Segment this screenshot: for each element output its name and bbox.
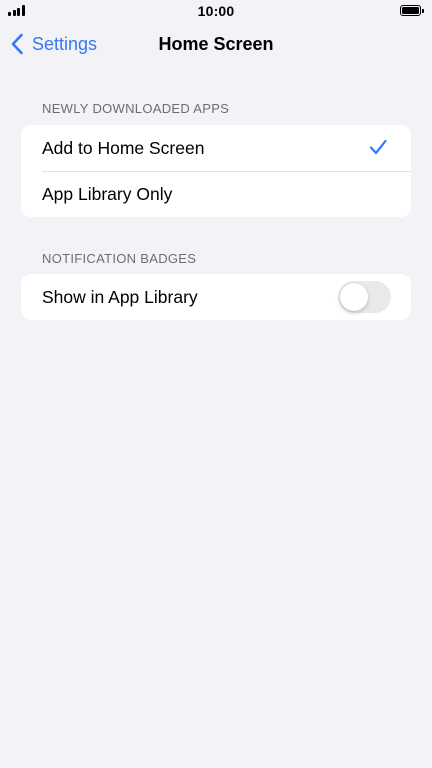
show-in-app-library-row: Show in App Library: [21, 274, 411, 320]
section-header-newly-downloaded-apps: NEWLY DOWNLOADED APPS: [42, 101, 230, 116]
show-in-app-library-label: Show in App Library: [42, 286, 198, 307]
back-button-label: Settings: [32, 33, 98, 54]
option-add-to-home-screen[interactable]: Add to Home Screen: [21, 125, 411, 171]
toggle-knob: [340, 283, 368, 311]
option-label: App Library Only: [42, 183, 173, 204]
option-label: Add to Home Screen: [42, 137, 205, 158]
battery-icon: [400, 5, 424, 16]
newly-downloaded-apps-group: Add to Home Screen App Library Only: [21, 125, 411, 217]
checkmark-icon: [369, 139, 387, 155]
option-app-library-only[interactable]: App Library Only: [21, 171, 411, 217]
navigation-bar: Settings Home Screen: [0, 22, 432, 66]
chevron-left-icon: [11, 33, 23, 55]
back-button[interactable]: Settings: [10, 22, 97, 66]
show-in-app-library-toggle[interactable]: [338, 281, 391, 313]
status-bar: 10:00: [0, 0, 432, 22]
notification-badges-group: Show in App Library: [21, 274, 411, 320]
status-time: 10:00: [197, 3, 235, 19]
section-header-notification-badges: NOTIFICATION BADGES: [42, 251, 197, 266]
